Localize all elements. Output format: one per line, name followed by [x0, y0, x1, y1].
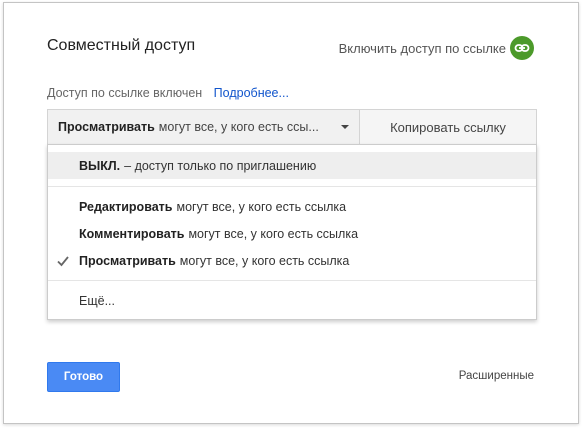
menu-item-text: могут все, у кого есть ссылка	[176, 199, 347, 214]
link-status-row: Доступ по ссылке включен Подробнее...	[47, 86, 289, 100]
share-link-bar: Просматривать могут все, у кого есть ссы…	[47, 109, 537, 145]
menu-divider	[48, 280, 536, 281]
permission-menu: ВЫКЛ. – доступ только по приглашению Ред…	[47, 144, 537, 320]
menu-item-bold: Комментировать	[79, 226, 185, 241]
link-icon[interactable]	[510, 36, 534, 60]
enable-link-sharing-toggle[interactable]: Включить доступ по ссылке	[339, 36, 534, 60]
sharing-dialog: Совместный доступ Включить доступ по ссы…	[3, 2, 579, 424]
menu-item-more[interactable]: Ещё...	[48, 287, 536, 314]
menu-item-text: могут все, у кого есть ссылка	[188, 226, 359, 241]
learn-more-link[interactable]: Подробнее...	[214, 86, 289, 100]
menu-item-text: – доступ только по приглашению	[124, 158, 317, 173]
permission-dropdown[interactable]: Просматривать могут все, у кого есть ссы…	[48, 110, 360, 144]
advanced-link[interactable]: Расширенные	[459, 370, 534, 382]
copy-link-button[interactable]: Копировать ссылку	[360, 110, 536, 144]
menu-item-view[interactable]: Просматривать могут все, у кого есть ссы…	[48, 247, 536, 274]
permission-description: могут все, у кого есть ссы...	[158, 120, 319, 134]
link-status-text: Доступ по ссылке включен	[47, 86, 203, 100]
chevron-down-icon	[341, 125, 349, 129]
menu-item-comment[interactable]: Комментировать могут все, у кого есть сс…	[48, 220, 536, 247]
menu-item-bold: ВЫКЛ.	[79, 158, 121, 173]
checkmark-icon	[57, 256, 69, 267]
menu-item-off[interactable]: ВЫКЛ. – доступ только по приглашению	[48, 152, 536, 179]
menu-item-bold: Просматривать	[79, 253, 176, 268]
menu-divider	[48, 186, 536, 187]
permission-level: Просматривать	[58, 120, 155, 134]
menu-item-text: могут все, у кого есть ссылка	[179, 253, 350, 268]
menu-item-text: Ещё...	[79, 293, 115, 308]
dialog-title: Совместный доступ	[47, 37, 196, 54]
menu-item-bold: Редактировать	[79, 199, 173, 214]
menu-item-edit[interactable]: Редактировать могут все, у кого есть ссы…	[48, 193, 536, 220]
done-button[interactable]: Готово	[47, 362, 120, 392]
enable-link-sharing-label: Включить доступ по ссылке	[338, 40, 506, 56]
